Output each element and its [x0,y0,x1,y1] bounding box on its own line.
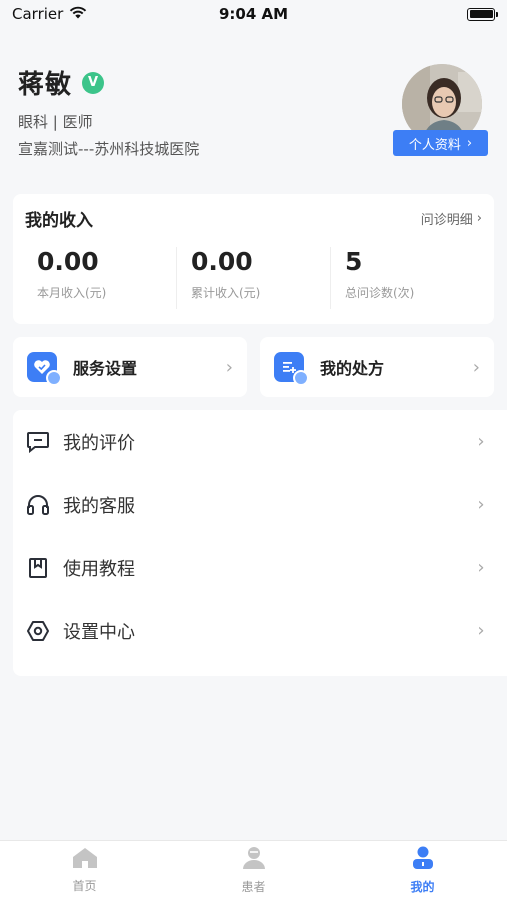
menu-item-settings[interactable]: 设置中心 › [13,599,507,662]
bookmark-book-icon [25,555,51,581]
tab-label: 患者 [241,880,266,894]
stat-total-income: 0.00 累计收入(元) [176,247,330,309]
headset-icon [25,492,51,518]
tab-label: 我的 [410,880,435,894]
verified-icon: V [82,71,105,94]
service-settings-label: 服务设置 [73,359,138,378]
chevron-right-icon: › [225,356,233,378]
menu-item-label: 设置中心 [63,621,135,643]
profile-button[interactable]: 个人资料 › [393,130,488,156]
chevron-right-icon: › [477,431,485,452]
my-prescriptions-button[interactable]: 我的处方 › [260,337,494,397]
status-left: Carrier [12,5,87,23]
carrier-label: Carrier [12,5,64,23]
menu-item-label: 使用教程 [63,558,135,580]
menu-item-label: 我的评价 [63,432,135,454]
stat-value: 5 [345,247,363,276]
profile-header: 蒋敏 V 眼科 | 医师 宣嘉测试---苏州科技城医院 个人资料 › [18,64,488,174]
consultation-detail-label: 问诊明细 [420,213,473,228]
comment-icon [25,429,51,455]
home-icon [72,847,98,873]
menu-list: 我的评价 › 我的客服 › 使用教程 › 设置中心 › [13,410,507,676]
tab-patients[interactable]: 患者 [169,841,338,900]
menu-item-label: 我的客服 [63,495,135,517]
service-settings-button[interactable]: 服务设置 › [13,337,247,397]
user-icon [410,846,436,874]
tab-bar: 首页 患者 我的 [0,840,507,900]
chevron-right-icon: › [477,620,485,641]
wifi-icon [69,5,87,23]
chevron-right-icon: › [476,211,482,226]
income-header: 我的收入 问诊明细 › [13,194,494,231]
chevron-right-icon: › [466,135,473,151]
battery-icon [467,7,498,21]
stat-label: 累计收入(元) [191,286,261,300]
doctor-name: 蒋敏 [18,70,73,100]
heart-shield-icon [27,352,62,386]
chevron-right-icon: › [477,557,485,578]
stat-value: 0.00 [191,247,253,276]
menu-item-customer-service[interactable]: 我的客服 › [13,473,507,536]
menu-item-my-reviews[interactable]: 我的评价 › [13,410,507,473]
chevron-right-icon: › [477,494,485,515]
stat-monthly-income: 0.00 本月收入(元) [23,247,176,309]
status-bar: Carrier 9:04 AM [0,0,507,28]
tab-mine[interactable]: 我的 [338,841,507,900]
income-card: 我的收入 问诊明细 › 0.00 本月收入(元) 0.00 累计收入(元) 5 … [13,194,494,324]
stat-label: 本月收入(元) [37,286,107,300]
income-stats: 0.00 本月收入(元) 0.00 累计收入(元) 5 总问诊数(次) [13,247,494,309]
tab-home[interactable]: 首页 [0,841,169,900]
avatar-area: 个人资料 › [393,64,488,158]
stat-label: 总问诊数(次) [345,286,415,300]
income-title: 我的收入 [25,211,93,231]
menu-item-tutorial[interactable]: 使用教程 › [13,536,507,599]
chevron-right-icon: › [472,356,480,378]
consultation-detail-link[interactable]: 问诊明细 › [421,209,482,228]
patient-icon [241,846,267,874]
tab-label: 首页 [72,879,97,893]
stat-value: 0.00 [37,247,99,276]
stat-total-consultations: 5 总问诊数(次) [330,247,484,309]
settings-hex-icon [25,618,51,644]
my-prescriptions-label: 我的处方 [320,359,385,378]
prescription-icon [274,352,309,386]
profile-button-label: 个人资料 [408,137,461,153]
